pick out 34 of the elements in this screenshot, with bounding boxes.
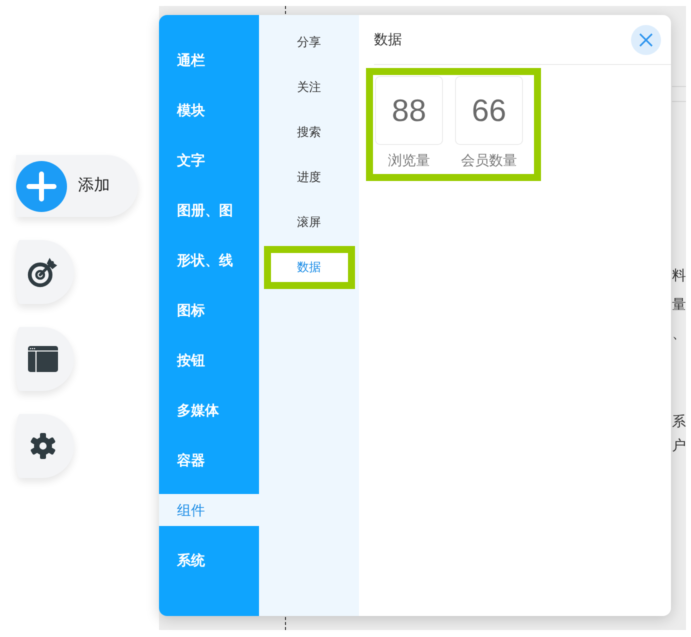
close-button[interactable]	[631, 24, 661, 54]
subcategory-tab[interactable]: 分享	[270, 28, 348, 57]
background-text: 系	[672, 412, 686, 431]
category-tab[interactable]: 按钮	[159, 344, 259, 376]
category-tab[interactable]: 图册、图	[159, 194, 259, 226]
subcategory-tab[interactable]: 数据	[270, 253, 348, 282]
subcategory-tab[interactable]: 搜索	[270, 118, 348, 147]
stat-label: 会员数量	[461, 151, 517, 170]
category-tab[interactable]: 模块	[159, 94, 259, 126]
close-icon	[639, 32, 653, 46]
target-icon	[26, 255, 60, 289]
subcategory-tab[interactable]: 关注	[270, 73, 348, 102]
stat-value: 66	[472, 92, 506, 128]
stat-label: 浏览量	[388, 151, 430, 170]
window-icon	[28, 346, 58, 372]
category-tab[interactable]: 组件	[159, 494, 259, 526]
category-tab[interactable]: 图标	[159, 294, 259, 326]
plus-icon	[16, 160, 67, 212]
category-tab[interactable]: 形状、线	[159, 244, 259, 276]
category-tab[interactable]: 多媒体	[159, 394, 259, 426]
panel-title: 数据	[374, 30, 402, 48]
background-text: 户	[672, 436, 686, 455]
stat-value: 88	[392, 92, 426, 128]
category-tab[interactable]: 通栏	[159, 44, 259, 76]
background-text: 量	[672, 295, 686, 314]
settings-icon	[29, 432, 57, 460]
category-tab[interactable]: 文字	[159, 144, 259, 176]
subcategory-tab[interactable]: 进度	[270, 163, 348, 192]
category-tab[interactable]: 容器	[159, 444, 259, 476]
add-button[interactable]: 添加	[16, 155, 138, 217]
background-text: 料	[672, 266, 686, 285]
category-tab[interactable]: 系统	[159, 544, 259, 576]
subcategory-tab[interactable]: 滚屏	[270, 208, 348, 237]
background-text: 、	[672, 324, 686, 343]
